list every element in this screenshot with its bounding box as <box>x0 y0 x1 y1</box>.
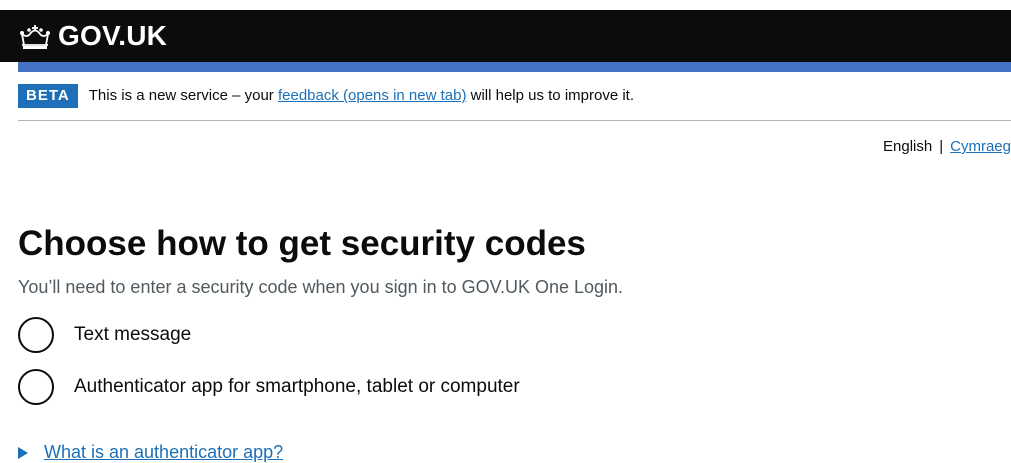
phase-banner-text: This is a new service – your feedback (o… <box>89 84 634 108</box>
govuk-logo-link[interactable]: GOV.UK <box>18 20 167 52</box>
radio-label[interactable]: Authenticator app for smartphone, tablet… <box>74 376 520 398</box>
top-strip <box>0 0 1011 10</box>
page-title: Choose how to get security codes <box>18 224 586 263</box>
hint-text: You’ll need to enter a security code whe… <box>18 277 624 297</box>
phase-text-before: This is a new service – your <box>88 87 278 104</box>
header-blue-bar <box>18 62 1011 72</box>
radio-circle[interactable] <box>18 317 54 353</box>
language-separator: | <box>939 138 944 155</box>
crown-icon <box>20 25 50 49</box>
details-summary-link[interactable]: What is an authenticator app? <box>44 442 283 463</box>
language-current: English <box>883 138 933 155</box>
site-header: GOV.UK <box>0 10 1011 62</box>
language-toggle: English | Cymraeg <box>883 138 1011 155</box>
feedback-link[interactable]: feedback (opens in new tab) <box>278 87 466 104</box>
beta-tag: BETA <box>18 84 78 108</box>
radio-circle[interactable] <box>18 369 54 405</box>
govuk-logo-text: GOV.UK <box>58 20 168 51</box>
radio-text-message[interactable]: Text message <box>18 317 191 353</box>
phase-banner: BETA This is a new service – your feedba… <box>18 84 1011 121</box>
triangle-right-icon[interactable] <box>18 446 28 459</box>
radio-authenticator-app[interactable]: Authenticator app for smartphone, tablet… <box>18 369 520 405</box>
radio-label[interactable]: Text message <box>74 324 191 346</box>
details-authenticator-app[interactable]: What is an authenticator app? <box>18 442 283 463</box>
phase-text-after: will help us to improve it. <box>466 87 635 104</box>
language-cymraeg-link[interactable]: Cymraeg <box>950 138 1011 155</box>
